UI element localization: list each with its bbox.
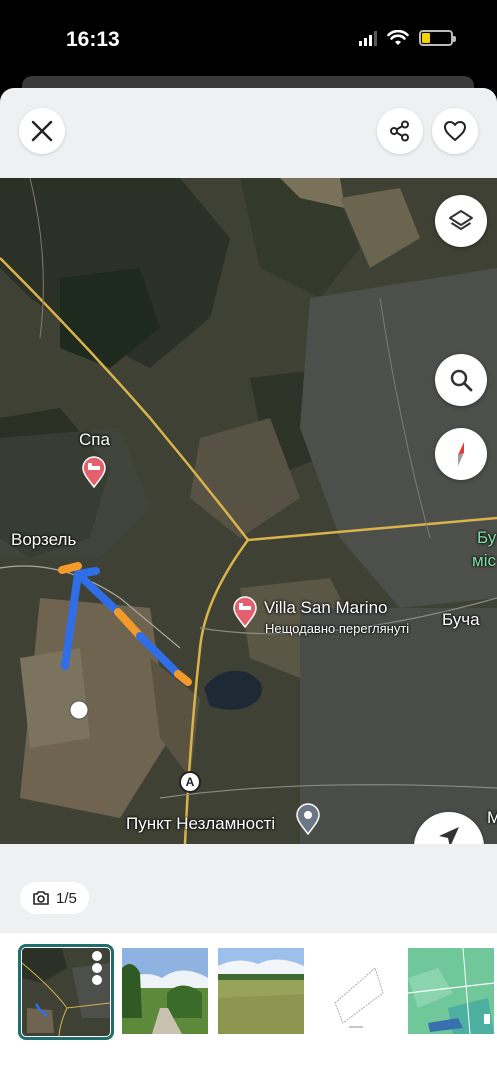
navigate-icon: [439, 827, 459, 844]
place-sublabel-villa: Нещодавно переглянуті: [265, 621, 410, 636]
plot-plan-image: [313, 948, 399, 1034]
layers-icon: [449, 210, 473, 230]
place-label-villa: Villa San Marino: [264, 598, 388, 617]
road-photo-image: [122, 948, 208, 1034]
start-point-dot: [69, 700, 89, 720]
hotel-pin-icon[interactable]: [81, 456, 107, 488]
place-label-vorzel: Ворзель: [11, 530, 77, 549]
viewer-top-bar: [0, 88, 497, 178]
photo-counter: 1/5: [20, 882, 89, 914]
road-trees-photo-thumb[interactable]: [122, 948, 208, 1034]
plot-plan-thumb[interactable]: [313, 948, 399, 1034]
satellite-imagery: [0, 178, 497, 844]
close-button[interactable]: [19, 108, 65, 154]
status-time: 16:13: [66, 28, 120, 51]
place-label-bucha-park-2: міс: [472, 551, 496, 570]
thumbnail-strip: [0, 933, 497, 1080]
satellite-plot-thumb[interactable]: [408, 948, 494, 1034]
compass-icon: [458, 442, 464, 466]
map-thumb-image: [22, 948, 110, 1036]
route-marker-label: A: [185, 775, 195, 789]
field-photo-image: [218, 948, 304, 1034]
favorite-button[interactable]: [432, 108, 478, 154]
camera-icon: [33, 891, 49, 905]
cellular-signal-icon: [359, 30, 377, 46]
share-icon: [390, 120, 409, 142]
place-label-bucha: Буча: [442, 610, 480, 629]
heart-icon: [444, 121, 466, 141]
layers-button[interactable]: [435, 195, 487, 247]
compass-button[interactable]: [435, 428, 487, 480]
place-label-edge: М: [487, 808, 497, 827]
wifi-icon: [387, 30, 409, 45]
search-icon: [450, 369, 473, 392]
place-pin-icon[interactable]: [295, 803, 321, 835]
battery-icon: [419, 30, 456, 46]
photo-counter-text: 1/5: [56, 889, 77, 907]
place-label-punkt: Пункт Незламності: [126, 814, 276, 833]
close-icon: [31, 120, 53, 142]
hotel-pin-icon[interactable]: [232, 596, 258, 628]
place-label-spa: Спа: [79, 430, 110, 449]
map-photo[interactable]: A Спа Ворзель Villa San Marino Нещодавно…: [0, 178, 497, 844]
map-screenshot-thumb[interactable]: [18, 944, 114, 1040]
share-button[interactable]: [377, 108, 423, 154]
photo-viewer-sheet: A Спа Ворзель Villa San Marino Нещодавно…: [0, 88, 497, 1080]
satellite-plot-image: [408, 948, 494, 1034]
place-label-bucha-park-1: Бу: [477, 528, 497, 547]
status-bar: 16:13: [0, 0, 497, 80]
status-icons: [359, 30, 456, 46]
map-search-button[interactable]: [435, 354, 487, 406]
route-marker-a[interactable]: A: [179, 771, 201, 793]
field-photo-thumb[interactable]: [218, 948, 304, 1034]
